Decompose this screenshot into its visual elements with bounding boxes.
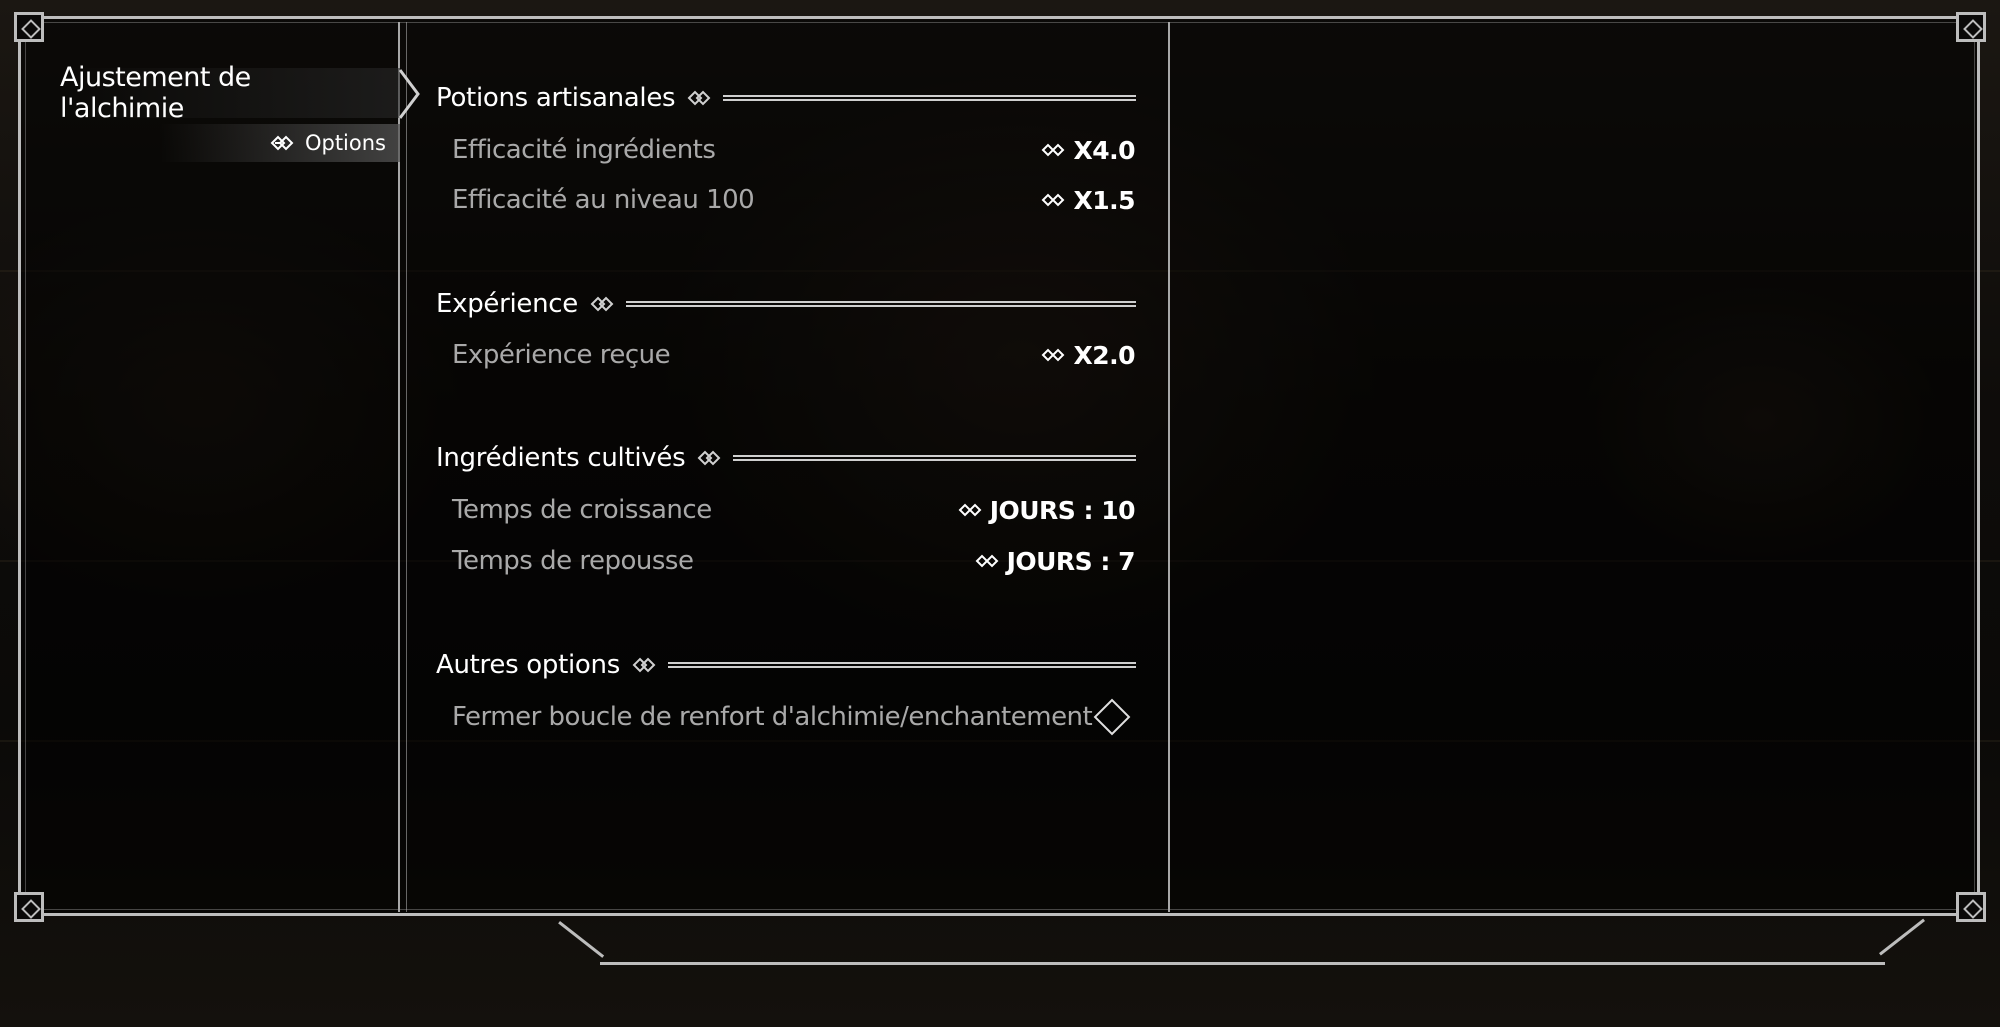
- option-row-ingredient-efficiency[interactable]: Efficacité ingrédients X4.0: [452, 128, 1135, 172]
- checkbox-toggle[interactable]: [1093, 698, 1131, 736]
- frame-corner-top-right: [1956, 12, 1986, 42]
- knot-icon: [697, 450, 721, 466]
- option-label: Temps de croissance: [452, 495, 712, 525]
- section-rule: [626, 301, 1136, 307]
- frame-corner-bottom-left: [14, 892, 44, 922]
- section-header-potions: Potions artisanales: [436, 78, 1136, 118]
- option-value: JOURS : 10: [958, 495, 1136, 525]
- panel-divider: [1168, 22, 1170, 912]
- section-header-cultivated-ingredients: Ingrédients cultivés: [436, 438, 1136, 478]
- section-header-experience: Expérience: [436, 284, 1136, 324]
- section-title: Expérience: [436, 289, 578, 319]
- section-rule: [723, 95, 1136, 101]
- nav-subitem-label: Options: [304, 131, 386, 155]
- option-label: Fermer boucle de renfort d'alchimie/ench…: [452, 702, 1093, 732]
- slider-icon: [1042, 143, 1065, 157]
- section-rule: [667, 662, 1136, 668]
- section-title: Ingrédients cultivés: [436, 443, 686, 473]
- knot-icon: [632, 657, 656, 673]
- option-value-text: X4.0: [1073, 135, 1135, 165]
- slider-icon: [1042, 193, 1065, 207]
- section-header-other-options: Autres options: [436, 645, 1136, 685]
- frame-corner-bottom-right: [1956, 892, 1986, 922]
- nav-item-label: Ajustement de l'alchimie: [60, 62, 251, 124]
- nav-divider-inner: [406, 22, 407, 912]
- option-value-text: X1.5: [1073, 185, 1135, 215]
- section-title: Potions artisanales: [436, 83, 676, 113]
- nav-selected-arrow-icon: [398, 69, 420, 119]
- knot-icon: [687, 90, 711, 106]
- option-label: Efficacité au niveau 100: [452, 185, 755, 215]
- slider-icon: [975, 554, 998, 568]
- option-label: Temps de repousse: [452, 546, 694, 576]
- option-row-regrowth-time[interactable]: Temps de repousse JOURS : 7: [452, 539, 1136, 583]
- option-value: X4.0: [1041, 136, 1135, 165]
- option-label: Efficacité ingrédients: [452, 135, 716, 165]
- frame-corner-top-left: [14, 12, 44, 42]
- option-row-experience-received[interactable]: Expérience reçue X2.0: [452, 333, 1135, 377]
- bottom-tab-base: [600, 962, 1885, 965]
- option-row-close-fortify-loop[interactable]: Fermer boucle de renfort d'alchimie/ench…: [452, 695, 1135, 739]
- option-label: Expérience reçue: [452, 340, 671, 370]
- section-title: Autres options: [436, 650, 620, 680]
- nav-item-alchemy-tweaks[interactable]: Ajustement de l'alchimie: [60, 62, 400, 124]
- option-value-text: JOURS : 10: [989, 495, 1136, 525]
- slider-icon: [1042, 348, 1065, 362]
- option-value-text: X2.0: [1073, 340, 1135, 370]
- nav-subitem-options[interactable]: Options: [160, 124, 400, 162]
- option-value: JOURS : 7: [975, 546, 1136, 576]
- option-value: X2.0: [1041, 341, 1135, 370]
- option-row-efficiency-level-100[interactable]: Efficacité au niveau 100 X1.5: [452, 178, 1135, 222]
- option-value: X1.5: [1041, 186, 1135, 215]
- knot-icon: [270, 135, 294, 151]
- option-value-text: JOURS : 7: [1006, 546, 1136, 576]
- option-row-growth-time[interactable]: Temps de croissance JOURS : 10: [452, 488, 1136, 532]
- section-rule: [733, 455, 1136, 461]
- knot-icon: [590, 296, 614, 312]
- slider-icon: [958, 503, 982, 517]
